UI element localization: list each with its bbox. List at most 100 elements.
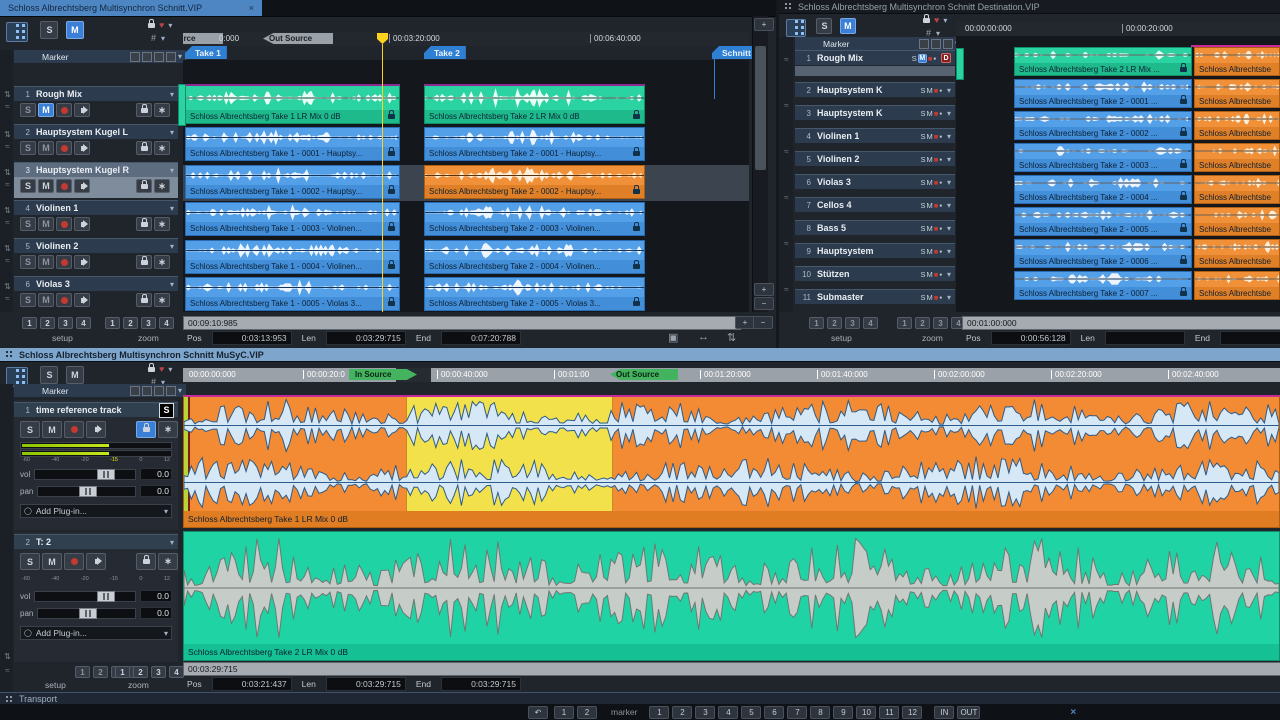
record-button[interactable] (56, 255, 72, 269)
track-grid-button[interactable] (6, 22, 28, 42)
marker-button[interactable]: 11 (879, 706, 899, 719)
automation-icon[interactable]: ≈ (1, 180, 14, 189)
selected-range[interactable] (406, 397, 613, 527)
zoom-page-button[interactable]: 1 (105, 317, 120, 329)
clip[interactable]: Schloss Albrechtsbe (1194, 143, 1280, 172)
solo-button[interactable]: S (921, 132, 926, 141)
track-header[interactable]: 2 T: 2 ▾ (14, 534, 178, 549)
lock-button[interactable] (136, 255, 152, 269)
monitor-button[interactable] (86, 421, 106, 438)
record-button[interactable] (56, 293, 72, 307)
track-header[interactable]: 9Hauptsystem SM ■▪ ▾ (795, 243, 955, 258)
track-header[interactable]: 4Violinen 1 ▾ (14, 200, 178, 215)
zoom-in-button[interactable]: + (754, 283, 774, 296)
clip[interactable]: Schloss Albrechtsberg Take 2 - 0004 ... (1014, 175, 1192, 204)
clip[interactable]: Schloss Albrechtsberg Take 2 - 0006 ... (1014, 239, 1192, 268)
lock-icon[interactable] (148, 23, 155, 28)
solo-button[interactable]: S (20, 255, 36, 269)
marker-button[interactable]: 4 (718, 706, 738, 719)
marker-tool-icon[interactable] (130, 386, 140, 396)
horizontal-scrollbar[interactable]: 00:03:29:715 (183, 662, 1280, 676)
marker-tool-icon[interactable] (154, 386, 164, 396)
mute-button[interactable]: M (927, 247, 933, 256)
setup-page-button[interactable]: 2 (40, 317, 55, 329)
chevron-down-icon[interactable]: ▾ (178, 52, 182, 61)
setup-page-button[interactable]: 4 (863, 317, 878, 329)
fx-button[interactable]: ∗ (154, 217, 170, 231)
marker-tool-icon[interactable] (154, 52, 164, 62)
mute-button[interactable]: M (840, 18, 856, 34)
horizontal-scrollbar[interactable]: 00:01:00:000 (962, 316, 1280, 330)
mute-button[interactable]: M (66, 21, 84, 39)
automation-icon[interactable]: ≈ (1, 294, 14, 303)
automation-icon[interactable]: ≈ (1, 142, 14, 151)
record-button[interactable]: ■ (934, 132, 939, 141)
mute-button[interactable]: M (66, 366, 84, 384)
chevron-down-icon[interactable]: ▾ (947, 109, 951, 118)
monitor-button[interactable] (86, 553, 106, 570)
clip-lock-icon[interactable] (388, 114, 395, 119)
monitor-button[interactable] (74, 141, 90, 155)
solo-button[interactable]: S (921, 293, 926, 302)
fx-button[interactable]: ∗ (158, 553, 178, 570)
marker-button[interactable]: 8 (810, 706, 830, 719)
clip-lock-icon[interactable] (633, 114, 640, 119)
record-button[interactable]: ■ (934, 224, 939, 233)
mute-button[interactable]: M (927, 132, 933, 141)
chevron-down-icon[interactable]: ▾ (947, 201, 951, 210)
chevron-down-icon[interactable]: ▾ (943, 16, 947, 25)
track-header[interactable]: 10Stützen SM ■▪ ▾ (795, 266, 955, 281)
chevron-down-icon[interactable]: ▾ (178, 386, 182, 395)
range-button[interactable]: 1 (554, 706, 574, 719)
setup-page-button[interactable]: 3 (58, 317, 73, 329)
marker-tool-icon[interactable] (142, 52, 152, 62)
track-header[interactable]: 2Hauptsystem Kugel L ▾ (14, 124, 178, 139)
clip[interactable]: Schloss Albrechtsberg Take 1 LR Mix 0 dB (185, 84, 400, 124)
zoom-page-button[interactable]: 1 (897, 317, 912, 329)
clip-lock-icon[interactable] (388, 189, 395, 194)
lock-icon[interactable] (148, 367, 155, 372)
hzoom-out-button[interactable]: − (753, 316, 773, 329)
take1-tag[interactable]: Take 1 (185, 46, 227, 59)
mute-button[interactable]: M (38, 103, 54, 117)
solo-button[interactable]: S (20, 217, 36, 231)
musyc-timeline-ruler[interactable]: 00:00:00:000 00:00:20:0 In Source 00:00:… (183, 368, 1280, 382)
record-button[interactable]: ■ (934, 155, 939, 164)
monitor-icon[interactable]: ▪ (939, 86, 942, 95)
clip[interactable]: Schloss Albrechtsberg Take 2 - 0005 - Vi… (424, 277, 645, 311)
clip[interactable]: Schloss Albrechtsbe (1194, 79, 1280, 108)
chevron-down-icon[interactable]: ▾ (947, 132, 951, 141)
clip-take1[interactable]: Schloss Albrechtsberg Take 1 LR Mix 0 dB (183, 395, 1280, 528)
clip[interactable]: Schloss Albrechtsberg Take 1 - 0004 - Vi… (185, 240, 400, 274)
mute-button[interactable]: M (927, 224, 933, 233)
mute-button[interactable]: M (38, 179, 54, 193)
in-button[interactable]: IN (934, 706, 954, 719)
marker-button[interactable]: 6 (764, 706, 784, 719)
vertical-scrollbar[interactable]: + + − (752, 16, 768, 312)
pan-slider[interactable] (37, 486, 136, 497)
clip[interactable]: Schloss Albrechtsberg Take 1 - 0005 - Vi… (185, 277, 400, 311)
monitor-button[interactable] (74, 293, 90, 307)
automation-icon[interactable]: ≈ (780, 147, 793, 156)
clip[interactable]: Schloss Albrechtsberg Take 1 - 0002 - Ha… (185, 165, 400, 199)
horizontal-scrollbar[interactable]: 00:09:10:985 (183, 316, 741, 330)
zoom-in-button[interactable]: + (754, 18, 774, 31)
clip-take2[interactable]: Schloss Albrechtsberg Take 2 LR Mix 0 dB (183, 531, 1280, 661)
monitor-icon[interactable]: ▪ (939, 270, 942, 279)
solo-button[interactable]: S (921, 270, 926, 279)
solo-button[interactable]: S (912, 54, 917, 63)
marker-tool-icon[interactable] (943, 39, 953, 49)
zoom-page-button[interactable]: 4 (159, 317, 174, 329)
mute-button[interactable]: M (927, 293, 933, 302)
chevron-down-icon[interactable]: ▾ (947, 270, 951, 279)
solo-button[interactable]: S (921, 224, 926, 233)
lock-icon[interactable] (923, 18, 930, 23)
chevron-down-icon[interactable]: ▾ (170, 128, 174, 137)
clip[interactable]: Schloss Albrechtsberg Take 2 - 0007 ... (1014, 271, 1192, 300)
mute-button[interactable]: M (927, 109, 933, 118)
scrollbar-thumb[interactable] (755, 46, 766, 170)
solo-button[interactable]: S (20, 553, 40, 570)
fx-button[interactable]: ∗ (154, 293, 170, 307)
record-button[interactable]: ■ (934, 270, 939, 279)
track-header[interactable]: 5Violinen 2 ▾ (14, 238, 178, 253)
